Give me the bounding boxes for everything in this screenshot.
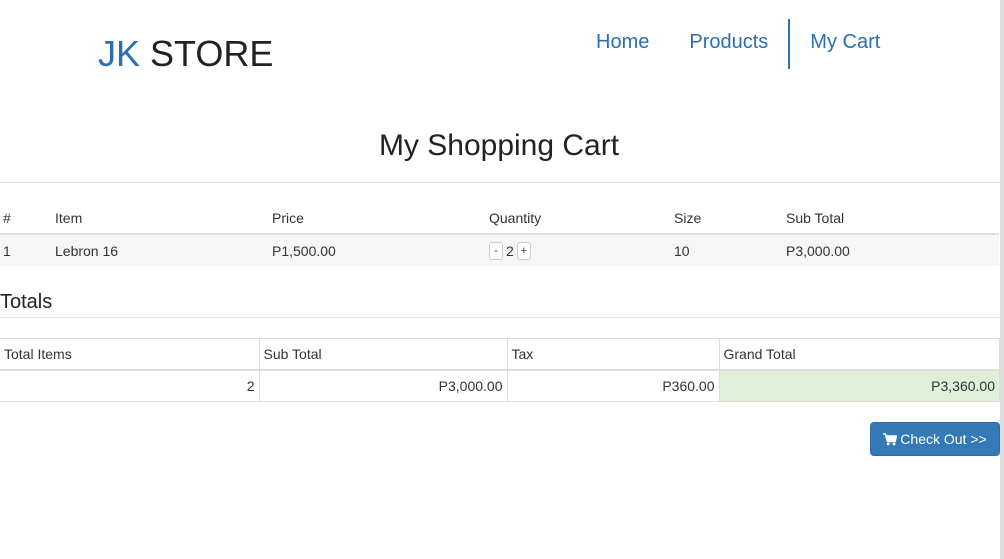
totals-header-row: Total Items Sub Total Tax Grand Total: [0, 338, 1000, 371]
col-header-quantity: Quantity: [486, 202, 671, 235]
col-header-item: Item: [52, 202, 269, 235]
page-title: My Shopping Cart: [378, 129, 620, 162]
row-size: 10: [674, 242, 690, 259]
row-item-name: Lebron 16: [55, 242, 119, 259]
row-subtotal: P3,000.00: [786, 242, 850, 259]
cart-table: # Item Price Quantity Size Sub Total 1 L…: [0, 202, 999, 266]
brand-logo[interactable]: JK STORE: [98, 33, 273, 75]
totals-header-grand-total: Grand Total: [718, 338, 1000, 371]
shopping-cart-icon: [883, 432, 898, 446]
row-number: 1: [3, 242, 11, 259]
col-header-size: Size: [671, 202, 783, 235]
totals-heading: Totals: [0, 291, 53, 313]
quantity-decrease-button[interactable]: -: [489, 242, 503, 260]
totals-header-tax: Tax: [506, 338, 720, 371]
tax-value: P360.00: [506, 369, 720, 402]
grand-total-value: P3,360.00: [718, 369, 1000, 402]
nav-home-link[interactable]: Home: [576, 19, 669, 69]
checkout-button[interactable]: Check Out >>: [870, 422, 1000, 456]
checkout-label: Check Out >>: [900, 431, 987, 447]
quantity-stepper: - 2 +: [489, 242, 531, 260]
col-header-number: #: [0, 202, 52, 235]
title-divider: [0, 182, 1000, 183]
brand-part-store: STORE: [150, 33, 274, 74]
cart-header-row: # Item Price Quantity Size Sub Total: [0, 202, 999, 235]
vertical-scrollbar[interactable]: [1000, 0, 1004, 559]
col-header-price: Price: [269, 202, 486, 235]
main-nav: Home Products My Cart: [576, 19, 900, 69]
row-quantity: - 2 +: [486, 234, 671, 266]
nav-products-link[interactable]: Products: [669, 19, 788, 69]
quantity-value: 2: [506, 243, 514, 259]
totals-divider: [0, 317, 1000, 318]
quantity-increase-button[interactable]: +: [516, 242, 531, 260]
totals-values-row: 2 P3,000.00 P360.00 P3,360.00: [0, 369, 1000, 402]
brand-part-jk: JK: [98, 33, 141, 74]
nav-my-cart-link[interactable]: My Cart: [788, 19, 900, 69]
col-header-subtotal: Sub Total: [783, 202, 999, 235]
total-items-value: 2: [0, 369, 260, 402]
row-price: P1,500.00: [272, 242, 336, 259]
sub-total-value: P3,000.00: [258, 369, 508, 402]
totals-table: Total Items Sub Total Tax Grand Total 2 …: [0, 338, 1000, 402]
totals-header-sub-total: Sub Total: [258, 338, 508, 371]
totals-header-total-items: Total Items: [0, 338, 260, 371]
table-row: 1 Lebron 16 P1,500.00 - 2 + 10 P3,000.00: [0, 234, 999, 266]
